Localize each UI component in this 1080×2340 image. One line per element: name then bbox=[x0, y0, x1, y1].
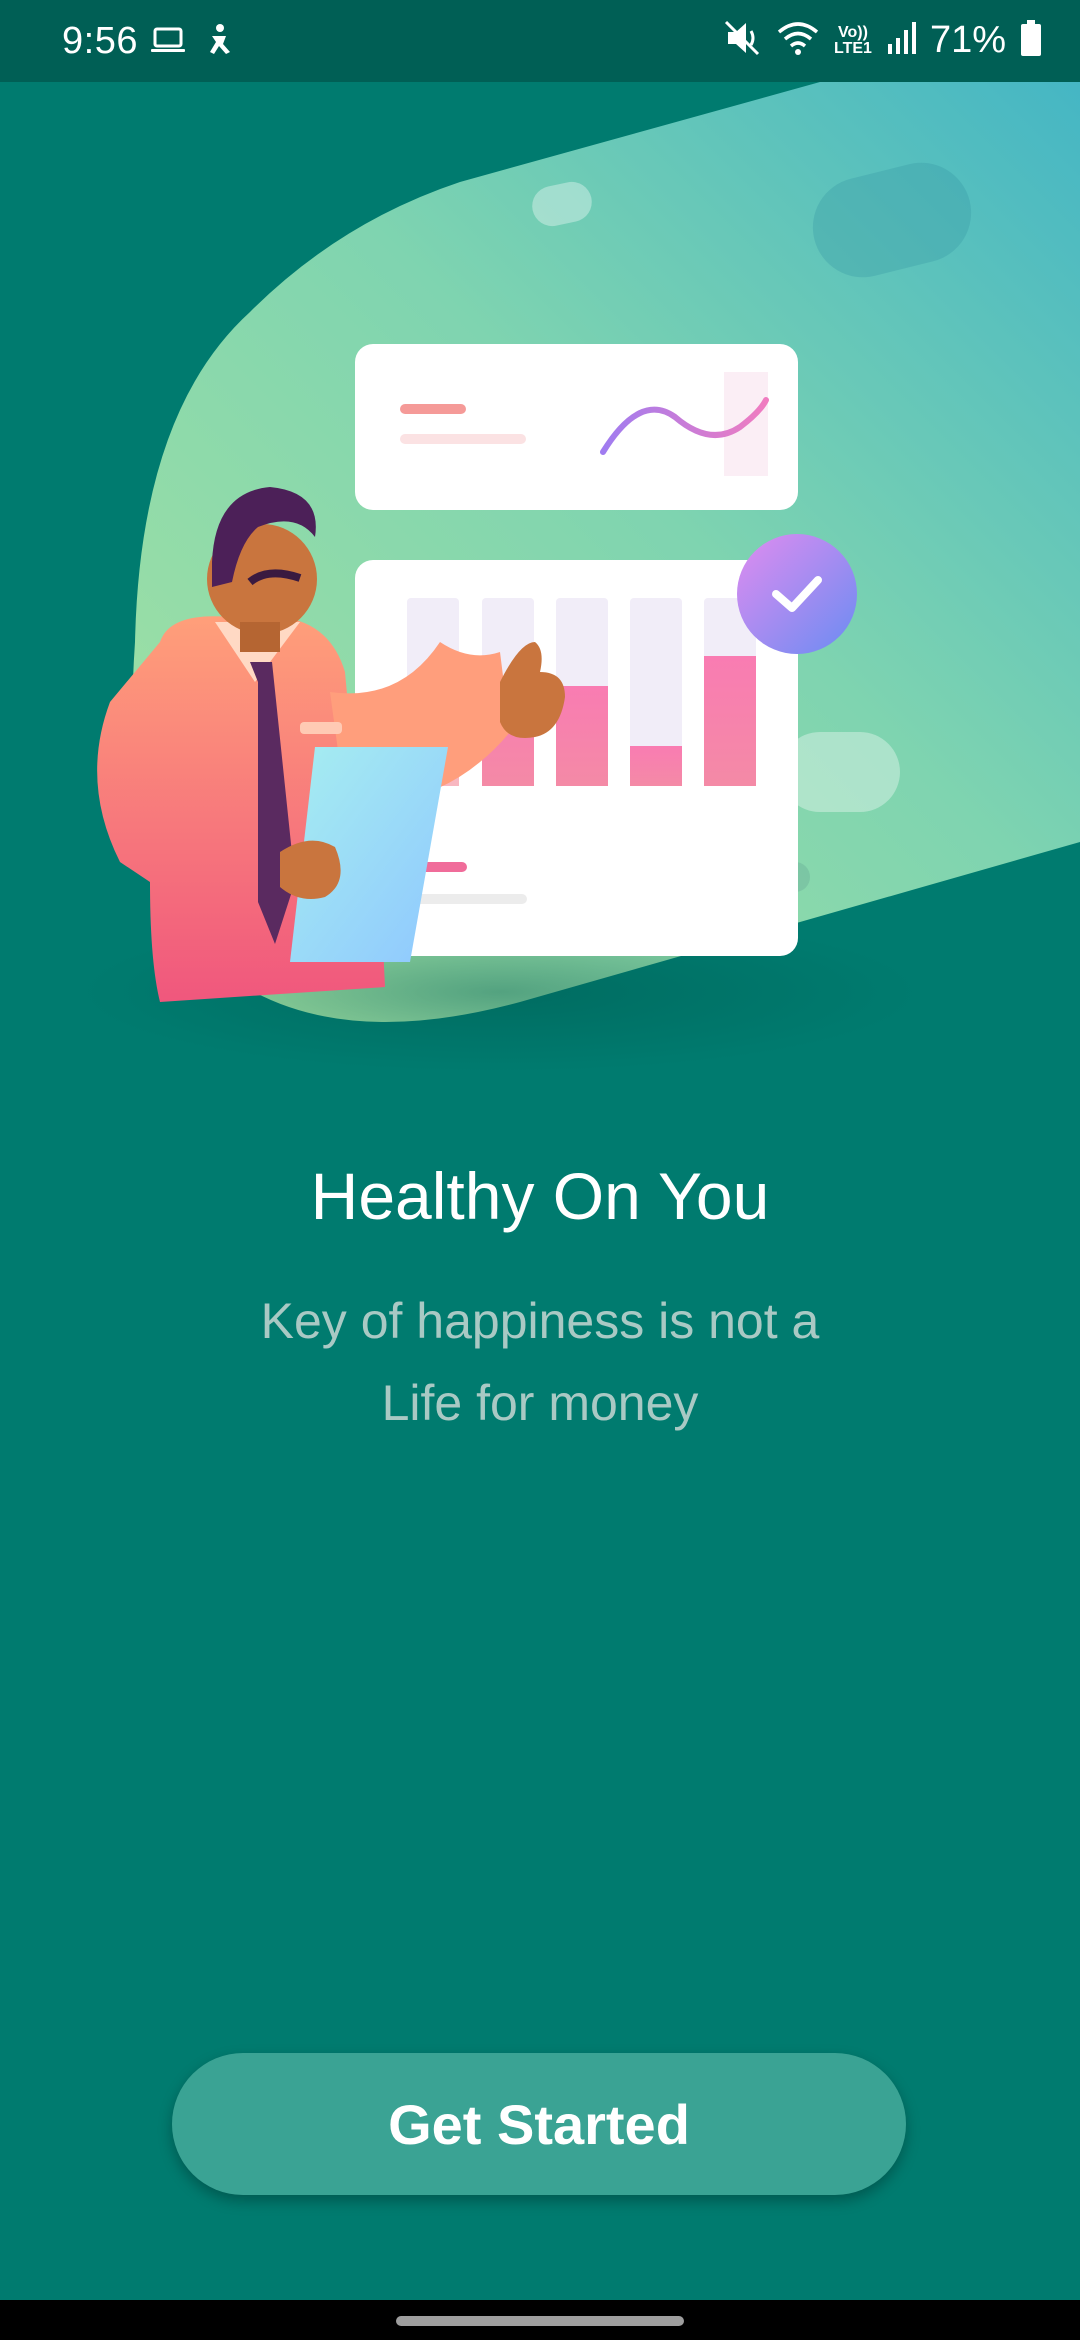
status-time: 9:56 bbox=[62, 20, 138, 62]
status-bar: 9:56 Vo)) LTE1 71% bbox=[0, 0, 1080, 82]
wifi-icon bbox=[776, 18, 820, 63]
volte-lte-icon: Vo)) LTE1 bbox=[834, 23, 872, 57]
battery-icon bbox=[1020, 19, 1042, 62]
mute-icon bbox=[724, 18, 762, 63]
trend-card bbox=[355, 344, 798, 510]
accessibility-icon bbox=[204, 22, 234, 63]
check-badge-icon bbox=[737, 534, 857, 654]
battery-percent: 71% bbox=[929, 19, 1006, 61]
get-started-button[interactable]: Get Started bbox=[172, 2053, 906, 2195]
onboarding-title: Healthy On You bbox=[310, 1159, 770, 1233]
subtitle-line-1: Key of happiness is not a bbox=[260, 1293, 820, 1349]
onboarding-illustration bbox=[0, 82, 1080, 1102]
subtitle-line-2: Life for money bbox=[381, 1375, 699, 1431]
navigation-bar bbox=[0, 2300, 1080, 2340]
laptop-icon bbox=[150, 22, 186, 63]
onboarding-subtitle: Key of happiness is not a Life for money bbox=[0, 1280, 1080, 1444]
home-gesture-handle[interactable] bbox=[396, 2316, 684, 2326]
signal-icon bbox=[886, 20, 916, 61]
